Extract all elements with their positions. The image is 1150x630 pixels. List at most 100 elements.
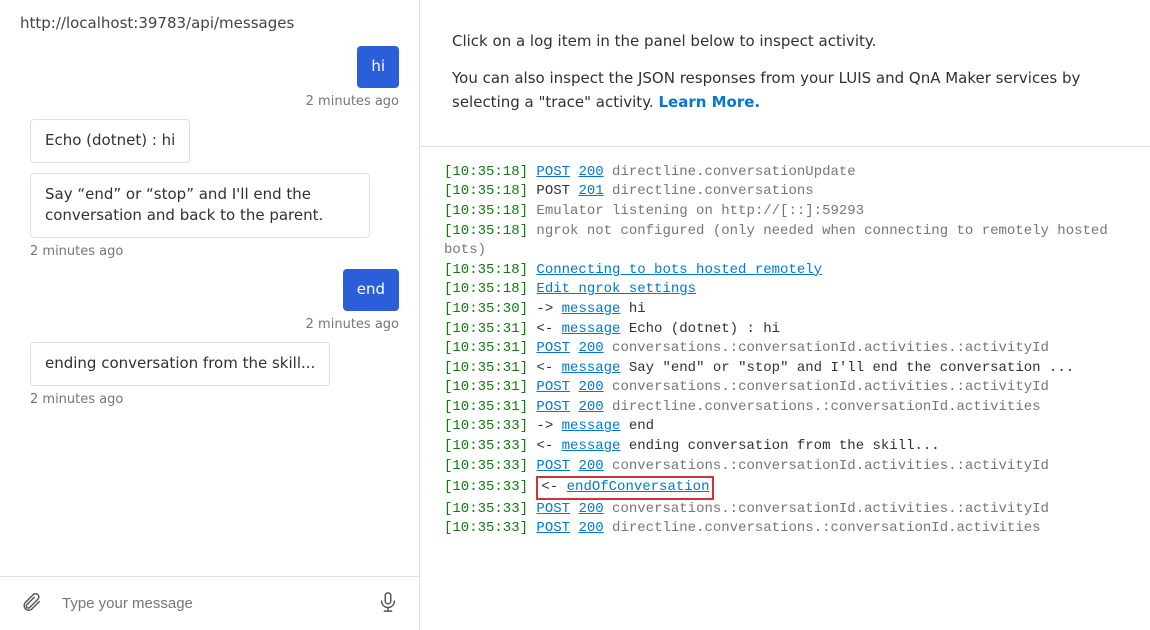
log-line[interactable]: [10:35:18] ngrok not configured (only ne… xyxy=(444,222,1126,261)
log-text: Emulator listening on http://[::]:59293 xyxy=(536,203,864,219)
log-direction-arrow: -> xyxy=(536,418,561,434)
user-message[interactable]: end 2 minutes ago xyxy=(30,269,399,332)
log-link[interactable]: 201 xyxy=(578,183,603,199)
user-message[interactable]: hi 2 minutes ago xyxy=(30,46,399,109)
log-link[interactable]: 200 xyxy=(578,520,603,536)
log-text: conversations.:conversationId.activities… xyxy=(604,458,1049,474)
log-text: end xyxy=(620,418,654,434)
log-timestamp: [10:35:30] xyxy=(444,301,528,317)
message-input[interactable] xyxy=(60,594,359,613)
log-timestamp: [10:35:33] xyxy=(444,501,528,517)
log-line[interactable]: [10:35:31] POST 200 directline.conversat… xyxy=(444,398,1126,418)
log-link[interactable]: 200 xyxy=(578,164,603,180)
paperclip-icon xyxy=(20,591,42,616)
log-line[interactable]: [10:35:31] <- message Echo (dotnet) : hi xyxy=(444,320,1126,340)
log-direction-arrow: <- xyxy=(541,479,566,495)
log-text: hi xyxy=(620,301,645,317)
log-link[interactable]: 200 xyxy=(578,340,603,356)
info-line-1: Click on a log item in the panel below t… xyxy=(452,30,1118,53)
log-line[interactable]: [10:35:31] POST 200 conversations.:conve… xyxy=(444,339,1126,359)
log-timestamp: [10:35:18] xyxy=(444,203,528,219)
log-link[interactable]: POST xyxy=(536,501,570,517)
log-link[interactable]: POST xyxy=(536,164,570,180)
chat-transcript[interactable]: hi 2 minutes ago Echo (dotnet) : hi Say “en… xyxy=(0,46,419,576)
log-timestamp: [10:35:31] xyxy=(444,321,528,337)
log-timestamp: [10:35:18] xyxy=(444,281,528,297)
log-line[interactable]: [10:35:18] POST 200 directline.conversat… xyxy=(444,163,1126,183)
log-line[interactable]: [10:35:18] Emulator listening on http://… xyxy=(444,202,1126,222)
app-root: http://localhost:39783/api/messages hi 2 … xyxy=(0,0,1150,630)
log-output[interactable]: [10:35:18] POST 200 directline.conversat… xyxy=(420,147,1150,630)
timestamp: 2 minutes ago xyxy=(30,244,419,259)
log-link[interactable]: Edit ngrok settings xyxy=(536,281,696,297)
inspector-info: Click on a log item in the panel below t… xyxy=(420,0,1150,146)
log-link[interactable]: POST xyxy=(536,520,570,536)
log-link[interactable]: message xyxy=(562,438,621,454)
log-timestamp: [10:35:33] xyxy=(444,458,528,474)
bot-message[interactable]: Say “end” or “stop” and I'll end the con… xyxy=(30,173,399,260)
timestamp: 2 minutes ago xyxy=(306,94,399,109)
log-timestamp: [10:35:31] xyxy=(444,399,528,415)
log-text: conversations.:conversationId.activities… xyxy=(604,501,1049,517)
log-link[interactable]: 200 xyxy=(578,501,603,517)
log-link[interactable]: endOfConversation xyxy=(567,479,710,495)
log-timestamp: [10:35:18] xyxy=(444,223,528,239)
microphone-icon xyxy=(377,591,399,616)
log-timestamp: [10:35:18] xyxy=(444,164,528,180)
log-timestamp: [10:35:33] xyxy=(444,479,528,495)
bubble-text: hi xyxy=(357,46,399,88)
log-timestamp: [10:35:31] xyxy=(444,340,528,356)
bubble-text: Echo (dotnet) : hi xyxy=(30,119,190,163)
highlighted-log-segment: <- endOfConversation xyxy=(536,476,714,500)
log-line[interactable]: [10:35:31] POST 200 conversations.:conve… xyxy=(444,378,1126,398)
log-timestamp: [10:35:18] xyxy=(444,183,528,199)
bot-message[interactable]: ending conversation from the skill...2 m… xyxy=(30,342,399,407)
log-link[interactable]: 200 xyxy=(578,458,603,474)
log-text: Say "end" or "stop" and I'll end the con… xyxy=(620,360,1074,376)
log-link[interactable]: POST xyxy=(536,379,570,395)
log-line[interactable]: [10:35:18] Edit ngrok settings xyxy=(444,280,1126,300)
log-link[interactable]: POST xyxy=(536,399,570,415)
log-line[interactable]: [10:35:33] -> message end xyxy=(444,417,1126,437)
log-direction-arrow: <- xyxy=(536,321,561,337)
log-link[interactable]: message xyxy=(562,301,621,317)
log-line[interactable]: [10:35:33] POST 200 conversations.:conve… xyxy=(444,500,1126,520)
log-link[interactable]: POST xyxy=(536,458,570,474)
log-line[interactable]: [10:35:18] POST 201 directline.conversat… xyxy=(444,182,1126,202)
bubble-text: end xyxy=(343,269,399,311)
bot-message[interactable]: Echo (dotnet) : hi xyxy=(30,119,399,163)
log-timestamp: [10:35:33] xyxy=(444,520,528,536)
bubble-text: Say “end” or “stop” and I'll end the con… xyxy=(30,173,370,239)
log-link[interactable]: 200 xyxy=(578,379,603,395)
log-link[interactable]: POST xyxy=(536,340,570,356)
endpoint-url: http://localhost:39783/api/messages xyxy=(0,0,419,46)
log-link[interactable]: Connecting to bots hosted remotely xyxy=(536,262,822,278)
log-timestamp: [10:35:31] xyxy=(444,379,528,395)
log-text: directline.conversationUpdate xyxy=(604,164,856,180)
mic-button[interactable] xyxy=(373,587,403,620)
attach-button[interactable] xyxy=(16,587,46,620)
log-link[interactable]: message xyxy=(562,321,621,337)
log-text: ngrok not configured (only needed when c… xyxy=(444,223,1116,259)
log-line[interactable]: [10:35:33] POST 200 conversations.:conve… xyxy=(444,457,1126,477)
log-text: Echo (dotnet) : hi xyxy=(620,321,780,337)
log-direction-arrow: -> xyxy=(536,301,561,317)
log-link[interactable]: 200 xyxy=(578,399,603,415)
bubble-text: ending conversation from the skill... xyxy=(30,342,330,386)
log-line[interactable]: [10:35:33] <- message ending conversatio… xyxy=(444,437,1126,457)
log-line[interactable]: [10:35:33] <- endOfConversation xyxy=(444,476,1126,500)
log-line[interactable]: [10:35:18] Connecting to bots hosted rem… xyxy=(444,261,1126,281)
log-text: ending conversation from the skill... xyxy=(620,438,939,454)
log-line[interactable]: [10:35:31] <- message Say "end" or "stop… xyxy=(444,359,1126,379)
log-timestamp: [10:35:33] xyxy=(444,418,528,434)
log-line[interactable]: [10:35:33] POST 200 directline.conversat… xyxy=(444,519,1126,539)
log-direction-arrow: <- xyxy=(536,360,561,376)
log-link[interactable]: message xyxy=(562,418,621,434)
log-text: conversations.:conversationId.activities… xyxy=(604,379,1049,395)
log-link[interactable]: message xyxy=(562,360,621,376)
timestamp: 2 minutes ago xyxy=(306,317,399,332)
timestamp: 2 minutes ago xyxy=(30,392,419,407)
log-timestamp: [10:35:31] xyxy=(444,360,528,376)
log-line[interactable]: [10:35:30] -> message hi xyxy=(444,300,1126,320)
learn-more-link[interactable]: Learn More. xyxy=(658,93,760,111)
